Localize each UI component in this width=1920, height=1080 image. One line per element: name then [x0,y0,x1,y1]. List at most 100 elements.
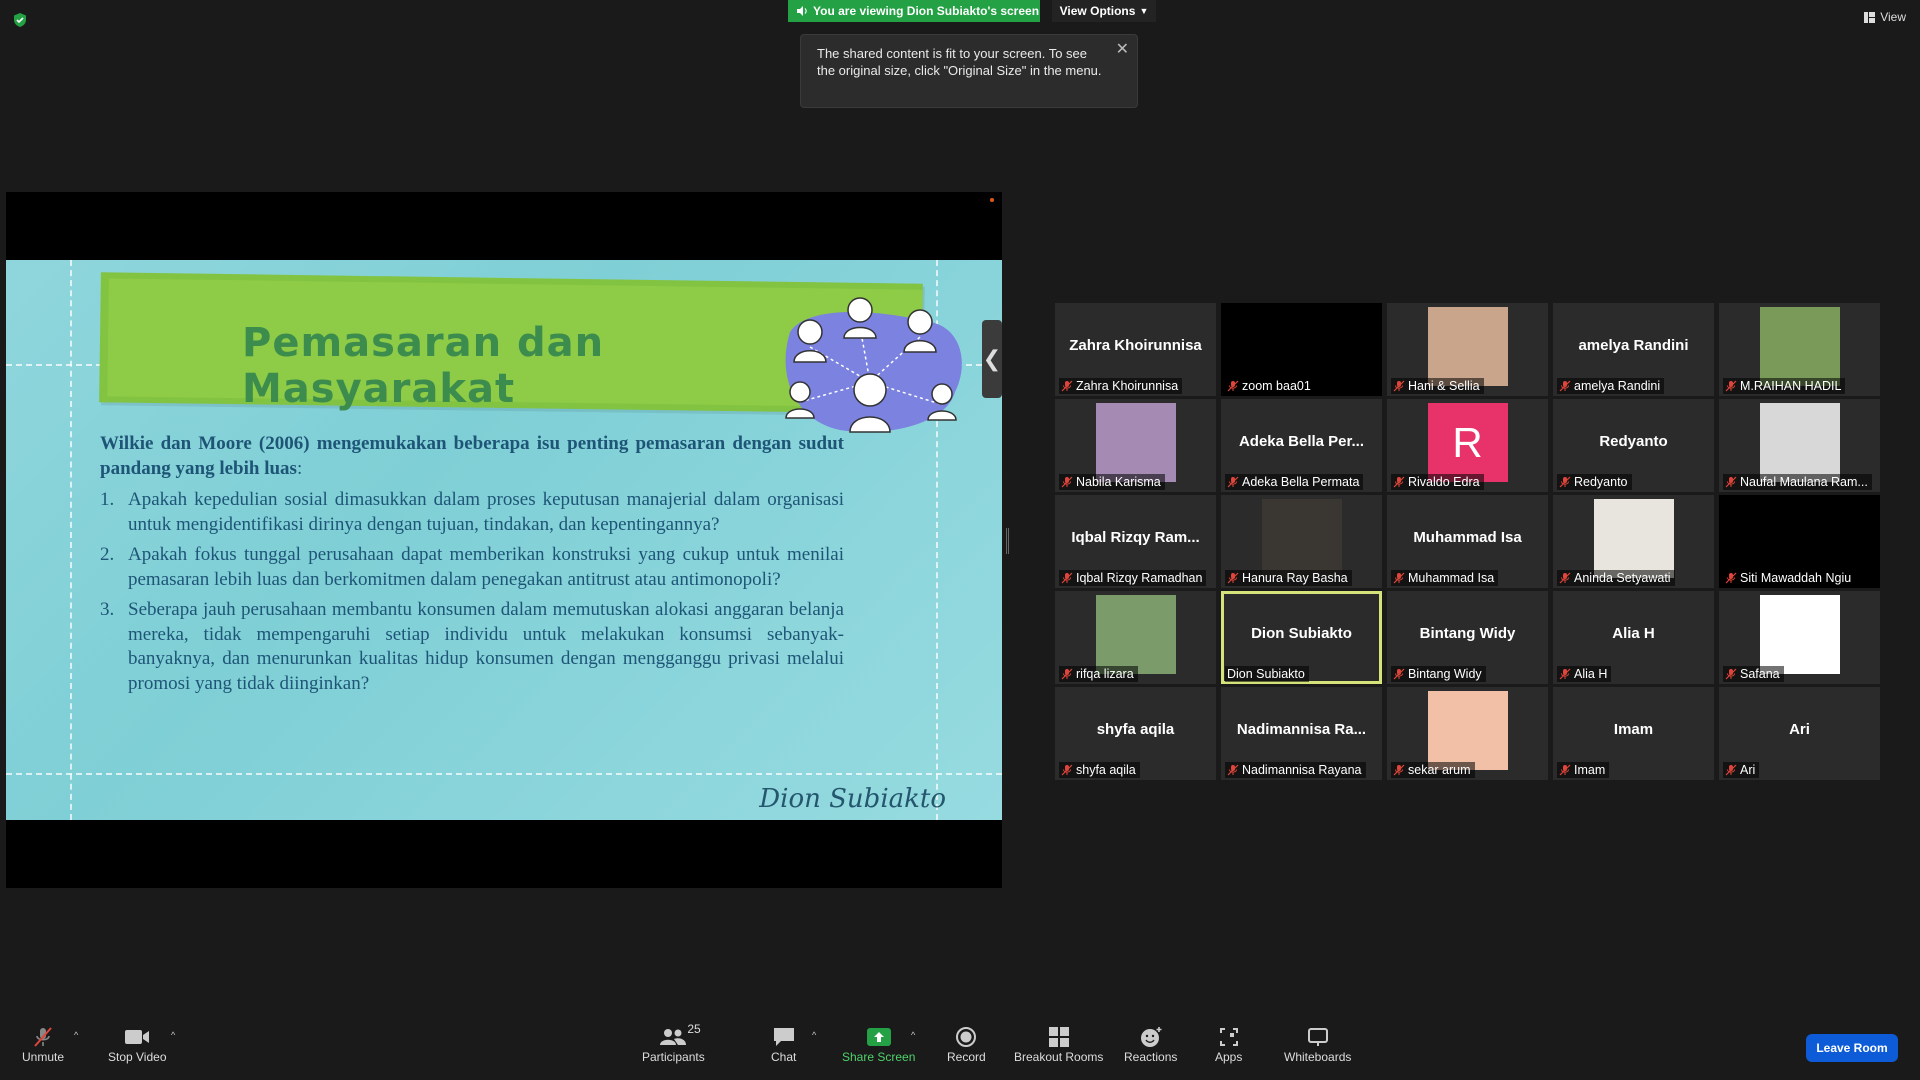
participant-tile[interactable]: Zahra Khoirunnisa Zahra Khoirunnisa [1055,303,1216,396]
muted-mic-icon [1061,668,1073,680]
participant-tile[interactable]: Safana [1719,591,1880,684]
participant-name: rifqa lizara [1076,667,1134,681]
apps-icon [1219,1028,1238,1046]
participant-name-tag: Hanura Ray Basha [1225,570,1352,586]
muted-mic-icon [1725,764,1737,776]
participant-name-tag: Hani & Sellia [1391,378,1484,394]
participant-tile[interactable]: M.RAIHAN HADIL [1719,303,1880,396]
chevron-left-icon: ❮ [982,346,1002,371]
share-options-caret-icon[interactable]: ^ [911,1030,915,1040]
participant-gallery: Zahra Khoirunnisa Zahra Khoirunnisa zoom b… [1055,303,1880,780]
participant-tile[interactable]: Muhammad Isa Muhammad Isa [1387,495,1548,588]
fit-to-screen-tooltip: The shared content is fit to your screen… [800,34,1138,108]
view-layout-button[interactable]: View [1864,10,1906,24]
participant-name: sekar arum [1408,763,1471,777]
participant-name: Nabila Karisma [1076,475,1161,489]
muted-mic-icon [1393,476,1405,488]
whiteboard-icon [1307,1028,1328,1046]
participant-photo [1759,403,1840,482]
muted-mic-icon [1559,572,1571,584]
video-options-caret-icon[interactable]: ^ [171,1030,175,1040]
participant-name: Adeka Bella Permata [1242,475,1360,489]
meeting-toolbar: Unmute ^ Stop Video ^ 25 Participants Ch [0,1016,1920,1080]
participant-display-name: Ari [1789,721,1810,738]
shared-screen[interactable]: Pemasaran dan Masyarakat Wilkie dan Moor… [6,192,1002,888]
participant-name: Imam [1574,763,1606,777]
participant-tile[interactable]: sekar arum [1387,687,1548,780]
list-item: 1. Apakah kepedulian sosial dimasukkan da… [100,488,844,537]
participant-tile[interactable]: Hanura Ray Basha [1221,495,1382,588]
chat-button[interactable]: Chat [771,1024,796,1064]
speaker-icon [797,6,807,16]
close-icon[interactable]: ✕ [1116,41,1129,58]
grid-view-icon [1864,11,1876,23]
smiley-plus-icon [1140,1027,1162,1047]
participant-name-tag: Imam [1557,762,1610,778]
participant-name: Zahra Khoirunnisa [1076,379,1179,393]
muted-mic-icon [1227,764,1239,776]
muted-mic-icon [1061,764,1073,776]
record-button[interactable]: Record [947,1024,986,1064]
participant-tile[interactable]: Bintang Widy Bintang Widy [1387,591,1548,684]
participant-tile[interactable]: shyfa aqila shyfa aqila [1055,687,1216,780]
participant-name-tag: rifqa lizara [1059,666,1138,682]
participant-tile[interactable]: Iqbal Rizqy Ram... Iqbal Rizqy Ramadhan [1055,495,1216,588]
participant-tile[interactable]: rifqa lizara [1055,591,1216,684]
participant-tile[interactable]: Aninda Setyawati [1553,495,1714,588]
participant-name: Nadimannisa Rayana [1242,763,1362,777]
participant-tile[interactable]: zoom baa01 [1221,303,1382,396]
participant-tile[interactable]: Alia H Alia H [1553,591,1714,684]
list-text: Apakah kepedulian sosial dimasukkan dala… [128,489,844,535]
breakout-rooms-button[interactable]: Breakout Rooms [1014,1024,1103,1064]
participant-tile[interactable]: amelya Randini amelya Randini [1553,303,1714,396]
muted-mic-icon [1227,380,1239,392]
participant-name-tag: Alia H [1557,666,1612,682]
participant-tile[interactable]: Siti Mawaddah Ngiu [1719,495,1880,588]
whiteboards-button[interactable]: Whiteboards [1284,1024,1351,1064]
participant-photo [1261,499,1342,578]
participant-tile[interactable]: Nadimannisa Ra... Nadimannisa Rayana [1221,687,1382,780]
participant-name-tag: Redyanto [1557,474,1632,490]
participant-tile[interactable]: Adeka Bella Per... Adeka Bella Permata [1221,399,1382,492]
view-options-button[interactable]: View Options ▼ [1052,0,1156,22]
chat-options-caret-icon[interactable]: ^ [812,1030,816,1040]
participant-tile[interactable]: Redyanto Redyanto [1553,399,1714,492]
slide-body: Wilkie dan Moore (2006) mengemukakan beb… [100,432,844,702]
participant-tile[interactable]: Naufal Maulana Ram... [1719,399,1880,492]
participants-button[interactable]: 25 Participants [642,1022,705,1064]
breakout-rooms-label: Breakout Rooms [1014,1050,1104,1064]
participant-tile[interactable]: Hani & Sellia [1387,303,1548,396]
participant-tile[interactable]: R Rivaldo Edra [1387,399,1548,492]
participant-display-name: Imam [1613,721,1654,738]
presentation-slide: Pemasaran dan Masyarakat Wilkie dan Moor… [6,260,1002,820]
unmute-button[interactable]: Unmute [22,1024,64,1064]
participant-name-tag: Dion Subiakto [1225,666,1309,682]
video-camera-icon [125,1030,150,1044]
participant-tile[interactable]: Ari Ari [1719,687,1880,780]
share-screen-button[interactable]: Share Screen [842,1024,915,1064]
muted-mic-icon [1393,764,1405,776]
unmute-label: Unmute [22,1050,65,1064]
apps-button[interactable]: Apps [1215,1024,1242,1064]
participant-tile[interactable]: Dion Subiakto Dion Subiakto [1221,591,1382,684]
whiteboards-label: Whiteboards [1284,1050,1352,1064]
leave-room-button[interactable]: Leave Room [1806,1034,1898,1062]
participant-name-tag: zoom baa01 [1225,378,1315,394]
intro-colon: : [296,457,303,479]
resize-splitter[interactable] [1006,528,1009,554]
muted-mic-icon [1061,572,1073,584]
participant-name: shyfa aqila [1076,763,1136,777]
participant-name: Rivaldo Edra [1408,475,1480,489]
participant-photo [1427,307,1508,386]
collapse-share-button[interactable]: ❮ [982,320,1002,398]
reactions-button[interactable]: Reactions [1124,1024,1177,1064]
audio-options-caret-icon[interactable]: ^ [74,1030,78,1040]
slide-dashed-line [70,260,72,820]
participant-photo [1759,307,1840,386]
participant-name-tag: Siti Mawaddah Ngiu [1723,570,1856,586]
participant-tile[interactable]: Imam Imam [1553,687,1714,780]
stop-video-button[interactable]: Stop Video [108,1024,167,1064]
encryption-shield-icon[interactable] [12,12,28,28]
participant-tile[interactable]: Nabila Karisma [1055,399,1216,492]
participant-name-tag: Bintang Widy [1391,666,1486,682]
